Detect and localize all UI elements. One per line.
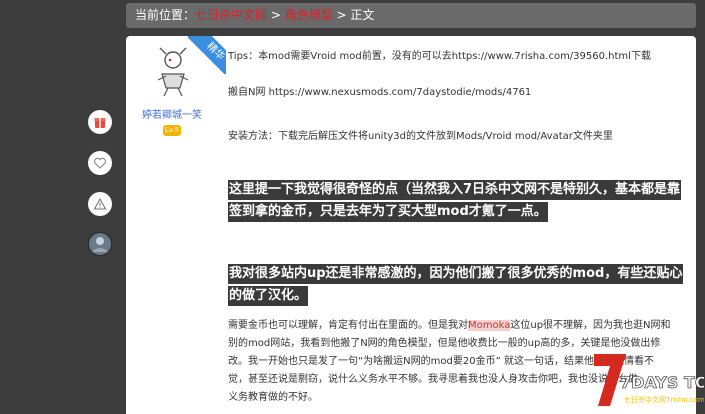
breadcrumb-sep: > <box>332 8 351 22</box>
report-button[interactable] <box>88 192 112 216</box>
highlight-line: 的做了汉化。 <box>228 286 309 306</box>
author-avatar[interactable] <box>152 46 194 98</box>
breadcrumb-section-link[interactable]: 角色模型 <box>285 8 333 22</box>
paragraph-line: 义务教育做的不好。 <box>228 392 318 403</box>
uploader-mention-link[interactable]: Momoka <box>468 320 511 331</box>
watermark-logo: 7DAYS TO DIE 七日杀中文网7risha.com <box>594 354 705 406</box>
breadcrumb-current: 正文 <box>350 8 375 22</box>
level-badge: Lv.5 <box>163 125 181 136</box>
source-line: 搬自N网 https://www.nexusmods.com/7daystodi… <box>228 87 532 98</box>
watermark-title: 7DAYS TO DIE <box>620 373 704 392</box>
breadcrumb-site-link[interactable]: 七日杀中文网 <box>195 8 267 22</box>
paragraph-text: 这位up很不理解，因为我也逛N网和 <box>510 320 671 331</box>
highlight-line: 签到拿的金币，只是去年为了买大型mod才氪了一点。 <box>228 202 548 222</box>
warning-icon <box>93 197 107 210</box>
paragraph-line: 改。我一开始也只是发了一句“为啥搬运N网的mod要20金币” 就这一句话，结果他… <box>228 356 654 367</box>
breadcrumb-prefix: 当前位置： <box>135 8 196 22</box>
tips-line: Tips：本mod需要Vroid mod前置，没有的可以去https://www… <box>228 51 651 62</box>
paragraph-text: 需要金币也可以理解，肯定有付出在里面的。但是我对 <box>228 320 468 331</box>
breadcrumb-sep: > <box>267 8 285 22</box>
gift-button[interactable] <box>88 110 112 134</box>
gift-icon <box>94 118 106 128</box>
highlight-line: 这里提一下我觉得很奇怪的点（当然我入7日杀中文网不是特别久，基本都是靠 <box>228 180 682 200</box>
highlight-line: 我对很多站内up还是非常感激的，因为他们搬了很多优秀的mod，有些还贴心 <box>228 264 684 284</box>
paragraph-line: 觉，甚至还说是剽窃，说什么义务水平不够。我寻思着我也没人身攻击你吧，我也没说什么… <box>228 374 638 385</box>
share-button[interactable] <box>88 232 112 256</box>
favorite-button[interactable] <box>88 151 112 175</box>
site-watermark: 7DAYS TO DIE 七日杀中文网7risha.com <box>592 350 705 410</box>
install-line: 安装方法：下载完后解压文件将unity3d的文件放到Mods/Vroid mod… <box>228 131 613 142</box>
watermark-subtitle: 七日杀中文网7risha.com <box>624 395 704 404</box>
share-avatar-icon <box>89 233 111 255</box>
breadcrumb: 当前位置：七日杀中文网 > 角色模型 > 正文 <box>126 3 696 28</box>
heart-icon <box>93 157 107 169</box>
paragraph-line: 需要金币也可以理解，肯定有付出在里面的。但是我对Momoka这位up很不理解，因… <box>228 317 671 335</box>
author-name[interactable]: 婷若卿城一笑 <box>126 106 218 121</box>
